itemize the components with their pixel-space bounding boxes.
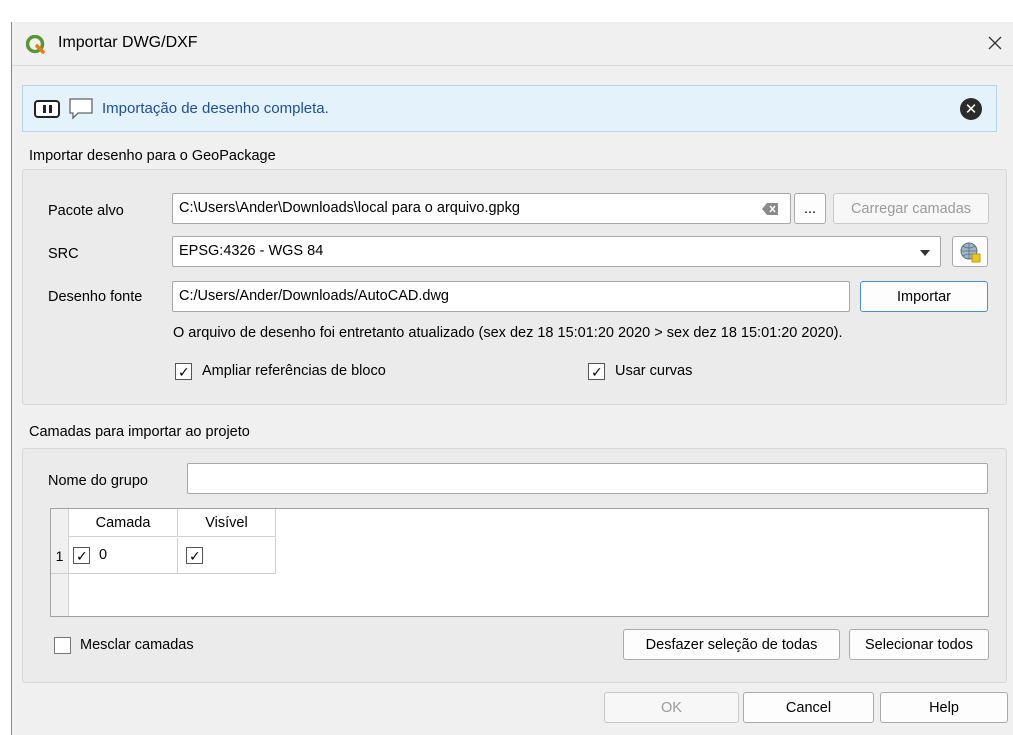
dismiss-icon[interactable]: ✕: [960, 98, 982, 120]
source-drawing-value: C:/Users/Ander/Downloads/AutoCAD.dwg: [179, 288, 449, 304]
target-package-input[interactable]: C:\Users\Ander\Downloads\local para o ar…: [172, 193, 791, 224]
group-name-label: Nome do grupo: [48, 473, 148, 489]
use-curves-label: Usar curvas: [615, 363, 693, 379]
drawing-info-text: O arquivo de desenho foi entretanto atua…: [173, 325, 843, 341]
merge-layers-checkbox[interactable]: [54, 637, 71, 654]
crs-value: EPSG:4326 - WGS 84: [179, 243, 324, 259]
row-index: 1: [51, 538, 69, 574]
crs-label: SRC: [48, 246, 79, 262]
chevron-down-icon: [920, 250, 930, 256]
table-row-layer-cell[interactable]: ✓ 0: [69, 538, 178, 574]
desktop-background: [0, 0, 1013, 22]
crs-select[interactable]: EPSG:4326 - WGS 84: [172, 236, 941, 267]
message-text: Importação de desenho completa.: [102, 100, 329, 117]
layers-section-title: Camadas para importar ao projeto: [29, 424, 250, 440]
column-header-visible[interactable]: Visível: [178, 509, 276, 537]
column-header-layer[interactable]: Camada: [69, 509, 178, 537]
check-icon: ✓: [591, 364, 603, 380]
close-icon[interactable]: [980, 28, 1010, 58]
layer-name: 0: [99, 547, 108, 563]
check-icon: ✓: [178, 364, 190, 380]
layer-checkbox[interactable]: ✓: [73, 547, 90, 564]
layers-table: Camada Visível 1 ✓ 0 ✓: [50, 508, 989, 617]
group-name-input[interactable]: [187, 463, 988, 494]
window-title: Importar DWG/DXF: [58, 34, 198, 51]
cancel-button[interactable]: Cancel: [743, 692, 874, 723]
expand-blocks-checkbox[interactable]: ✓: [175, 363, 192, 380]
deselect-all-button[interactable]: Desfazer seleção de todas: [623, 629, 840, 660]
title-bar: Importar DWG/DXF: [12, 22, 1013, 66]
target-package-value: C:\Users\Ander\Downloads\local para o ar…: [179, 200, 520, 216]
check-icon: ✓: [189, 548, 201, 564]
ok-button[interactable]: OK: [604, 692, 739, 723]
import-section-title: Importar desenho para o GeoPackage: [29, 148, 276, 164]
browse-button[interactable]: ...: [794, 193, 826, 224]
expand-blocks-label: Ampliar referências de bloco: [202, 363, 386, 379]
message-bar: Importação de desenho completa. ✕: [22, 85, 997, 132]
crs-selector-button[interactable]: [952, 236, 988, 267]
table-row-visible-cell[interactable]: ✓: [178, 538, 276, 574]
use-curves-checkbox[interactable]: ✓: [588, 363, 605, 380]
import-dwg-dialog: Importar DWG/DXF Importação de desenho c…: [11, 22, 1013, 735]
source-drawing-label: Desenho fonte: [48, 289, 143, 305]
check-icon: ✓: [76, 548, 88, 564]
select-all-button[interactable]: Selecionar todos: [849, 629, 989, 660]
import-button[interactable]: Importar: [860, 281, 988, 312]
pause-icon[interactable]: [34, 100, 60, 118]
merge-layers-label: Mesclar camadas: [80, 637, 194, 653]
target-package-label: Pacote alvo: [48, 203, 124, 219]
help-button[interactable]: Help: [880, 692, 1008, 723]
speech-bubble-icon: [69, 98, 93, 120]
crs-globe-icon: [960, 242, 981, 262]
load-layers-button[interactable]: Carregar camadas: [833, 193, 989, 224]
source-drawing-input[interactable]: C:/Users/Ander/Downloads/AutoCAD.dwg: [172, 281, 850, 312]
clear-icon[interactable]: [762, 203, 778, 215]
qgis-logo-icon: [26, 35, 45, 54]
visible-checkbox[interactable]: ✓: [186, 547, 203, 564]
